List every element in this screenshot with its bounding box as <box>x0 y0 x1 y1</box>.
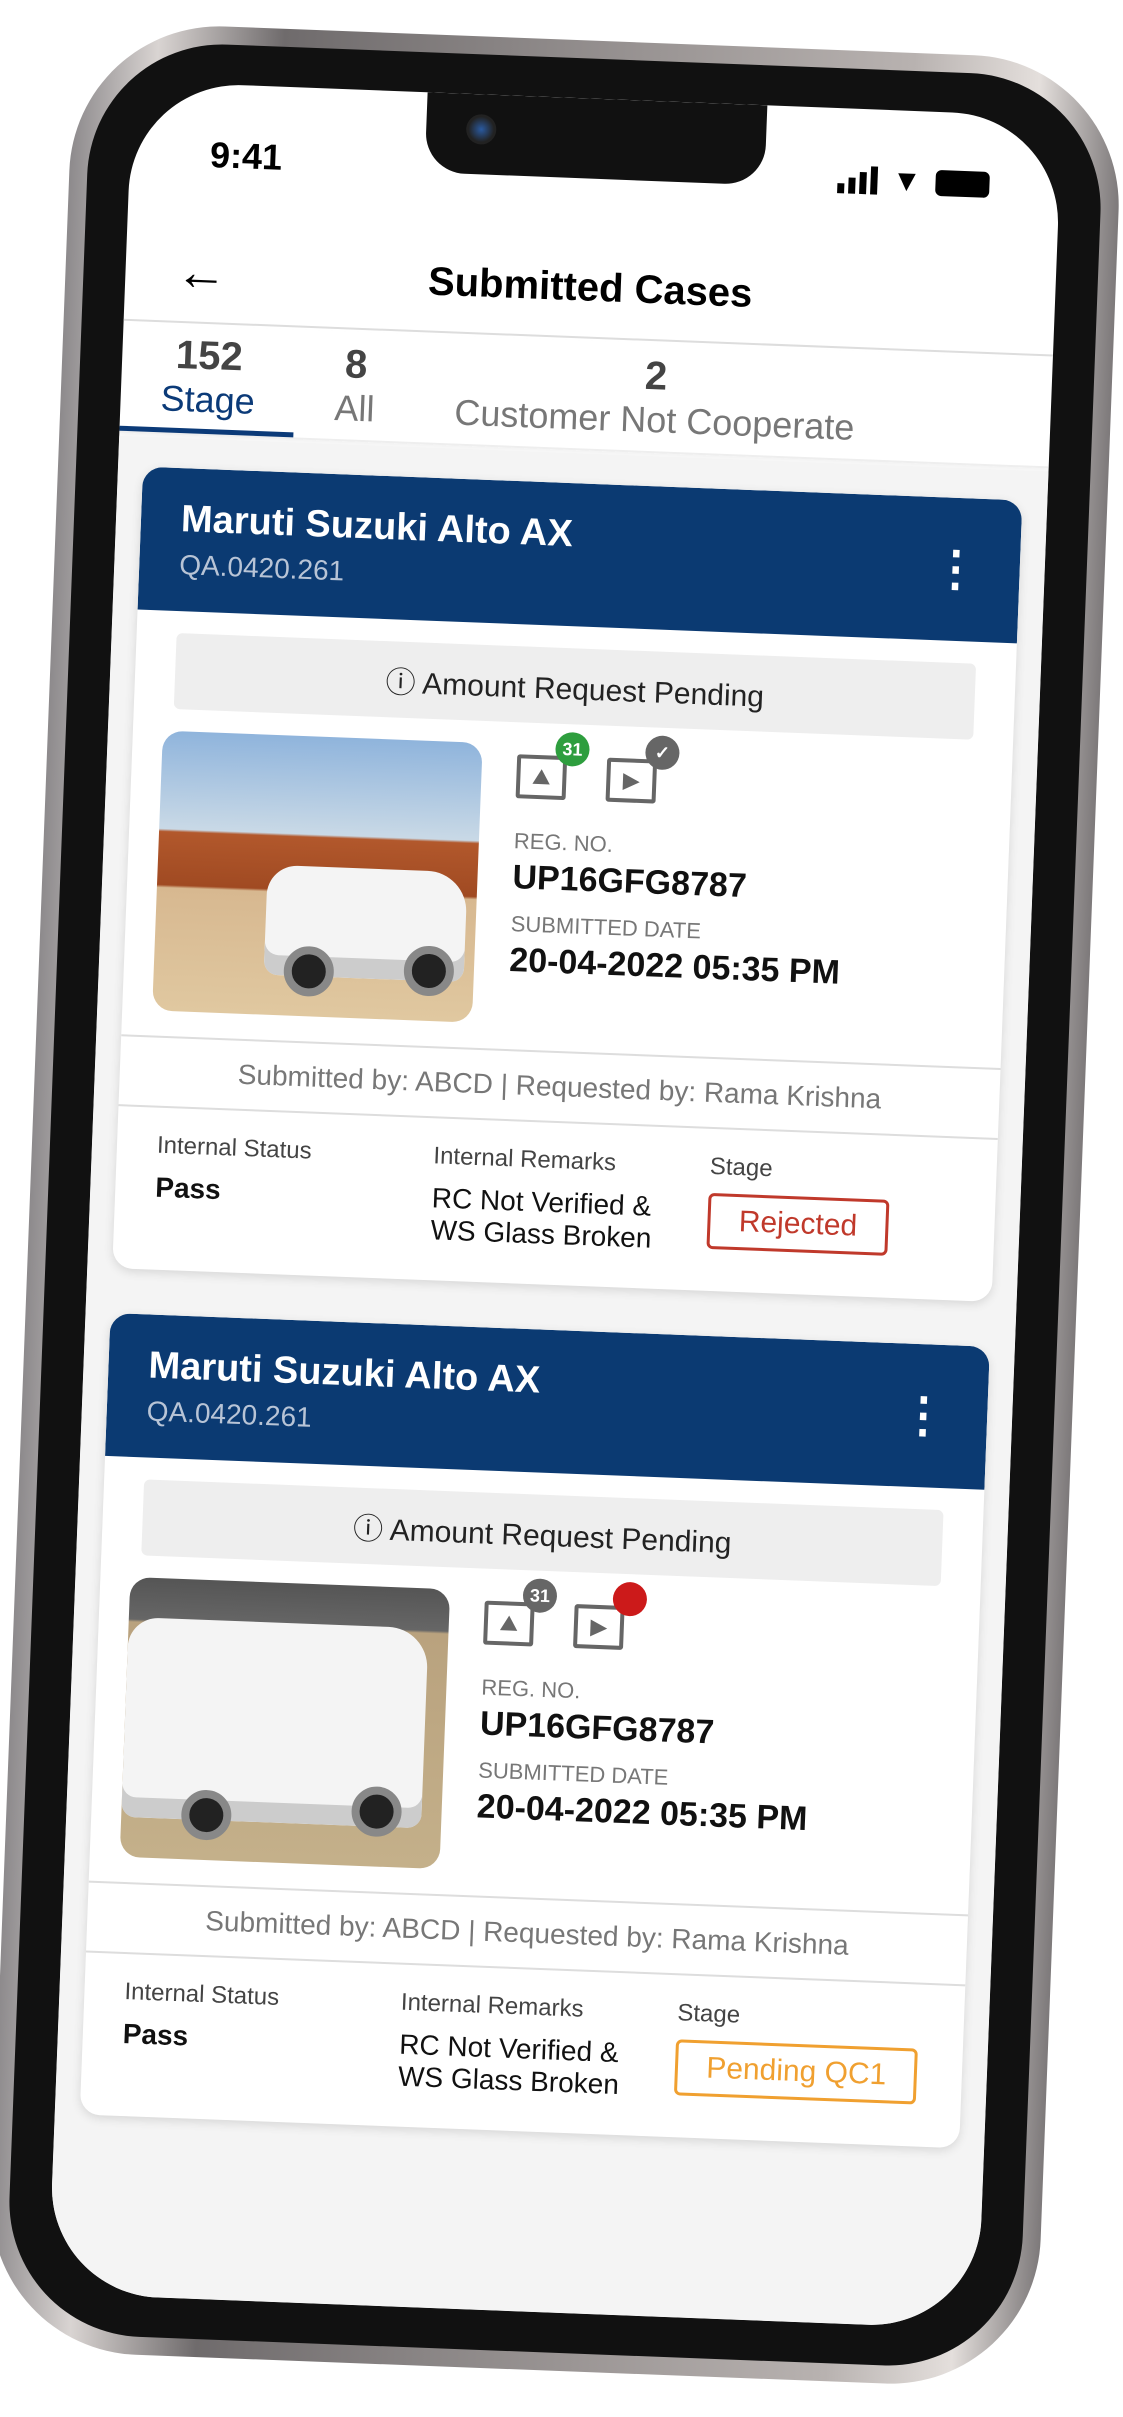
app-screen: 9:41 ▼ ← Submitted Cases 152 Stage 8 All 2… <box>47 80 1063 2330</box>
wifi-icon: ▼ <box>891 164 923 199</box>
status-label: Internal Status <box>156 1131 313 1165</box>
tab-customer-not-cooperate[interactable]: 2 Customer Not Cooperate <box>413 334 897 460</box>
internal-status: Pass <box>154 1171 222 1206</box>
internal-remarks: RC Not Verified & WS Glass Broken <box>397 2028 620 2101</box>
check-icon: ✓ <box>644 735 681 771</box>
stage-badge: Pending QC1 <box>674 2039 919 2105</box>
notice-text: Amount Request Pending <box>389 1513 733 1561</box>
photo-count-badge: 31 <box>522 1578 558 1614</box>
notice-banner: ⓘ Amount Request Pending <box>141 1479 944 1587</box>
phone-bezel: 9:41 ▼ ← Submitted Cases 152 Stage 8 All 2… <box>4 39 1106 2371</box>
tab-all[interactable]: 8 All <box>293 329 417 442</box>
case-card[interactable]: Maruti Suzuki Alto AX QA.0420.261 ⋮ ⓘ Amo… <box>79 1313 990 2149</box>
stage-label: Stage <box>676 1999 741 2029</box>
tab-count: 8 <box>344 341 369 387</box>
tab-count: 152 <box>175 332 244 380</box>
vehicle-name: Maruti Suzuki Alto AX <box>147 1344 542 1402</box>
vehicle-name: Maruti Suzuki Alto AX <box>180 498 574 556</box>
status-label: Internal Status <box>123 1978 280 2011</box>
arrow-left-icon[interactable]: ← <box>174 242 256 305</box>
vehicle-photo[interactable] <box>119 1576 451 1870</box>
case-id: QA.0420.261 <box>146 1395 313 1433</box>
photo-count-badge: 31 <box>554 731 591 767</box>
internal-status: Pass <box>122 2018 189 2052</box>
more-vertical-icon[interactable]: ⋮ <box>931 542 981 597</box>
case-card[interactable]: Maruti Suzuki Alto AX QA.0420.261 ⋮ ⓘ Amo… <box>112 466 1023 1302</box>
info-icon: ⓘ <box>384 666 423 701</box>
stage-badge: Rejected <box>706 1192 890 1256</box>
card-header: Maruti Suzuki Alto AX QA.0420.261 ⋮ <box>137 466 1023 644</box>
notice-banner: ⓘ Amount Request Pending <box>173 633 977 740</box>
battery-icon <box>935 169 990 198</box>
signal-icon <box>837 165 879 195</box>
camera-icon <box>465 113 497 145</box>
tab-label: All <box>333 386 376 429</box>
phone-frame: 9:41 ▼ ← Submitted Cases 152 Stage 8 All 2… <box>0 20 1123 2390</box>
more-vertical-icon[interactable]: ⋮ <box>898 1388 948 1443</box>
remarks-label: Internal Remarks <box>432 1142 617 1177</box>
tab-label: Stage <box>159 377 256 422</box>
tab-count: 2 <box>644 353 669 399</box>
card-header: Maruti Suzuki Alto AX QA.0420.261 ⋮ <box>105 1313 990 1490</box>
internal-remarks: RC Not Verified & WS Glass Broken <box>430 1182 653 1254</box>
page-title: Submitted Cases <box>427 258 754 316</box>
video-icon[interactable]: ▶ ✓ <box>605 735 681 804</box>
status-time: 9:41 <box>209 133 283 178</box>
case-list: Maruti Suzuki Alto AX QA.0420.261 ⋮ ⓘ Amo… <box>47 435 1049 2330</box>
notice-text: Amount Request Pending <box>421 667 765 714</box>
case-id: QA.0420.261 <box>178 549 345 587</box>
info-icon: ⓘ <box>352 1512 391 1547</box>
image-gallery-icon[interactable]: ⛰ 31 <box>515 731 591 801</box>
red-dot-icon <box>612 1581 648 1617</box>
image-gallery-icon[interactable]: ⛰ 31 <box>483 1578 558 1647</box>
notch <box>424 92 768 186</box>
stage-label: Stage <box>709 1152 774 1183</box>
video-icon[interactable]: ▶ <box>573 1581 648 1650</box>
vehicle-photo[interactable] <box>152 730 483 1023</box>
tab-stage[interactable]: 152 Stage <box>119 322 298 438</box>
remarks-label: Internal Remarks <box>400 1988 585 2023</box>
tab-label: Customer Not Cooperate <box>453 391 856 448</box>
